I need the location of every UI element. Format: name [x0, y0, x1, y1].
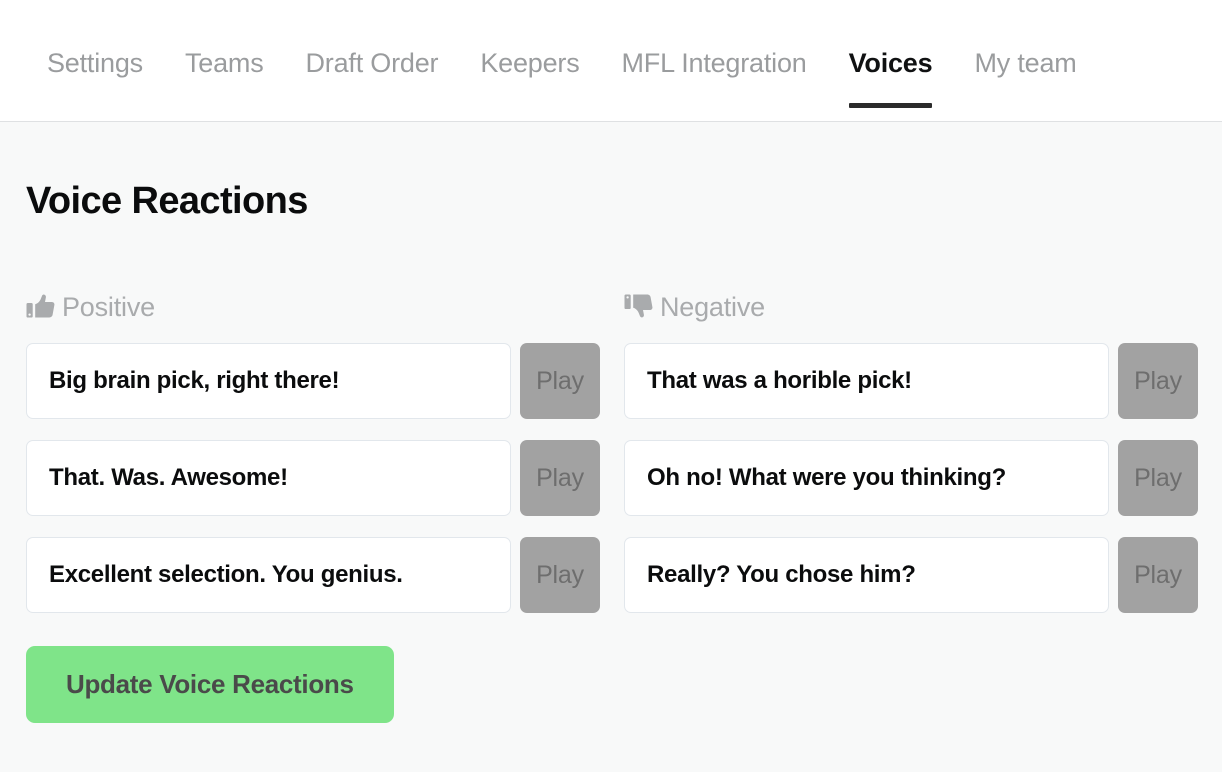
negative-section-header: Negative [624, 290, 1198, 324]
play-button-label: Play [1134, 463, 1182, 492]
tab-mfl-integration[interactable]: MFL Integration [601, 0, 828, 121]
thumbs-up-icon [26, 293, 56, 321]
negative-section-label: Negative [660, 292, 765, 322]
play-button-label: Play [1134, 366, 1182, 395]
play-button-label: Play [1134, 560, 1182, 589]
tab-keepers[interactable]: Keepers [459, 0, 600, 121]
reaction-row: Play [624, 440, 1198, 516]
play-button-positive-2[interactable]: Play [520, 440, 600, 516]
tab-voices[interactable]: Voices [828, 0, 954, 121]
positive-reaction-input-3[interactable] [26, 537, 511, 613]
play-button-label: Play [536, 366, 584, 395]
reaction-columns: Positive Play Play Play [26, 290, 1198, 723]
tab-label: Settings [47, 48, 143, 78]
play-button-label: Play [536, 463, 584, 492]
update-voice-reactions-button[interactable]: Update Voice Reactions [26, 646, 394, 723]
update-button-label: Update Voice Reactions [66, 669, 354, 699]
negative-reactions-column: Negative Play Play Play [624, 290, 1198, 723]
reaction-row: Play [26, 440, 600, 516]
positive-reaction-input-1[interactable] [26, 343, 511, 419]
play-button-negative-2[interactable]: Play [1118, 440, 1198, 516]
positive-reaction-input-2[interactable] [26, 440, 511, 516]
tab-draft-order[interactable]: Draft Order [285, 0, 460, 121]
negative-reaction-input-2[interactable] [624, 440, 1109, 516]
page-title: Voice Reactions [26, 180, 308, 222]
tab-label: Teams [184, 48, 264, 78]
reaction-row: Play [26, 537, 600, 613]
positive-section-label: Positive [62, 292, 155, 322]
negative-reaction-input-1[interactable] [624, 343, 1109, 419]
reaction-row: Play [624, 343, 1198, 419]
thumbs-down-icon [624, 293, 654, 321]
negative-reaction-input-3[interactable] [624, 537, 1109, 613]
tab-label: Voices [848, 48, 933, 78]
play-button-positive-1[interactable]: Play [520, 343, 600, 419]
tab-settings[interactable]: Settings [26, 0, 164, 121]
positive-reactions-column: Positive Play Play Play [26, 290, 600, 723]
play-button-negative-1[interactable]: Play [1118, 343, 1198, 419]
tab-label: Draft Order [305, 48, 439, 78]
primary-tab-bar: Settings Teams Draft Order Keepers MFL I… [0, 0, 1222, 122]
tab-teams[interactable]: Teams [164, 0, 285, 121]
tab-label: My team [974, 48, 1077, 78]
play-button-positive-3[interactable]: Play [520, 537, 600, 613]
voices-panel: Voice Reactions Positive Play [0, 122, 1222, 723]
tab-label: MFL Integration [621, 48, 807, 78]
reaction-row: Play [26, 343, 600, 419]
play-button-negative-3[interactable]: Play [1118, 537, 1198, 613]
tab-label: Keepers [480, 48, 580, 78]
positive-section-header: Positive [26, 290, 600, 324]
reaction-row: Play [624, 537, 1198, 613]
tab-my-team[interactable]: My team [953, 0, 1097, 121]
play-button-label: Play [536, 560, 584, 589]
